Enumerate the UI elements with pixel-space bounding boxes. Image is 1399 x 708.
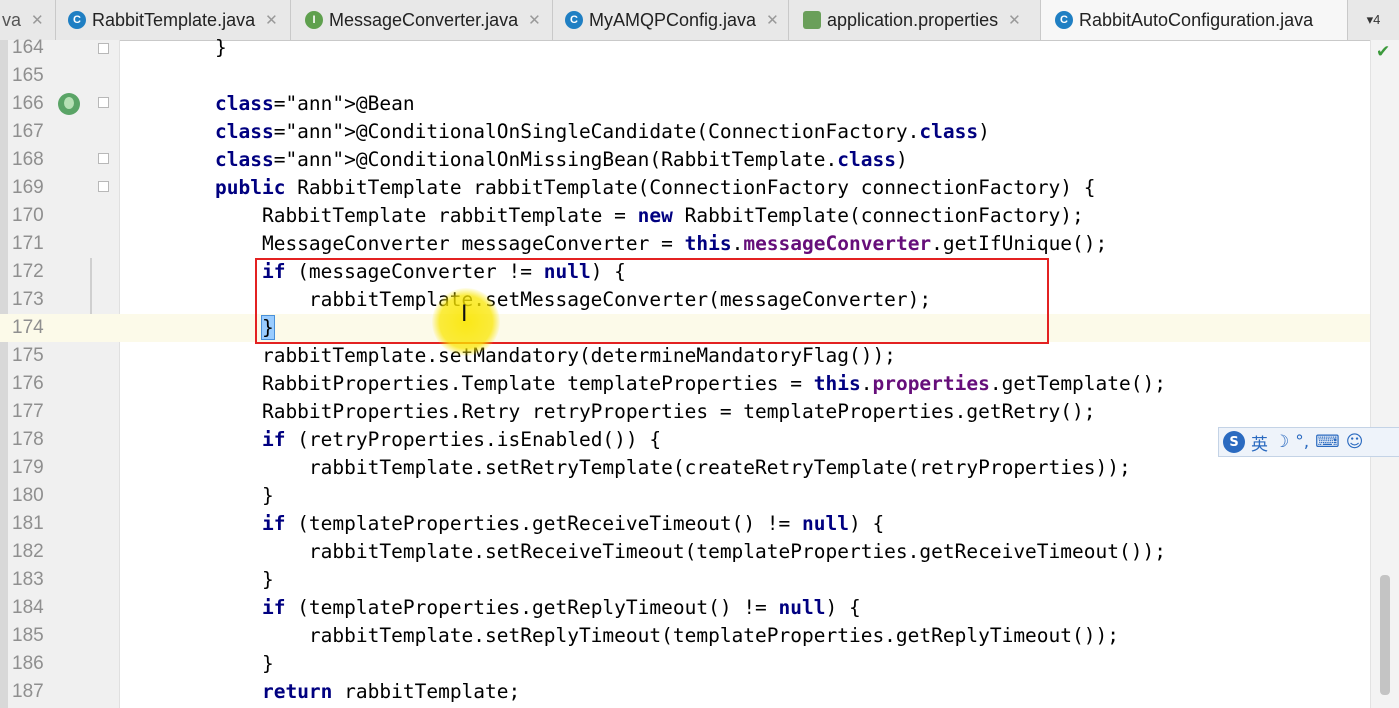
code-line[interactable]: 186 } [0, 650, 1370, 678]
line-number: 182 [12, 541, 44, 562]
code-text[interactable]: rabbitTemplate.setReplyTimeout(templateP… [215, 622, 1119, 650]
code-text[interactable]: if (templateProperties.getReplyTimeout()… [215, 594, 861, 622]
code-text[interactable]: RabbitTemplate rabbitTemplate = new Rabb… [215, 202, 1084, 230]
line-number: 176 [12, 373, 44, 394]
line-number: 183 [12, 569, 44, 590]
code-line[interactable]: 167 class="ann">@ConditionalOnSingleCandi… [0, 118, 1370, 146]
line-number: 180 [12, 485, 44, 506]
code-line[interactable]: 170 RabbitTemplate rabbitTemplate = new … [0, 202, 1370, 230]
code-text[interactable]: return rabbitTemplate; [215, 678, 520, 706]
scrollbar-thumb[interactable] [1380, 575, 1390, 695]
close-icon[interactable]: ✕ [31, 11, 44, 29]
class-icon: C [1055, 11, 1073, 29]
line-number: 177 [12, 401, 44, 422]
moon-icon[interactable]: ☽ [1274, 432, 1289, 452]
tab-label: application.properties [827, 9, 999, 30]
code-line[interactable]: 177 RabbitProperties.Retry retryProperti… [0, 398, 1370, 426]
code-text[interactable]: class="ann">@Bean [215, 90, 415, 118]
line-number: 179 [12, 457, 44, 478]
line-number: 171 [12, 233, 44, 254]
code-text[interactable]: rabbitTemplate.setRetryTemplate(createRe… [215, 454, 1131, 482]
ime-language-toggle[interactable]: 英 [1251, 430, 1268, 455]
code-line[interactable]: 180 } [0, 482, 1370, 510]
code-line[interactable]: 166 class="ann">@Bean [0, 90, 1370, 118]
tab-label: MyAMQPConfig.java [589, 9, 757, 30]
close-icon[interactable]: ✕ [528, 11, 541, 29]
line-number: 173 [12, 289, 44, 310]
text-cursor-icon: I [461, 302, 468, 327]
code-line[interactable]: 168 class="ann">@ConditionalOnMissingBean… [0, 146, 1370, 174]
line-number: 168 [12, 149, 44, 170]
line-number: 185 [12, 625, 44, 646]
code-line[interactable]: 185 rabbitTemplate.setReplyTimeout(templ… [0, 622, 1370, 650]
code-editor[interactable]: 164} 165 166 class="ann">@Bean 167 class="ann… [0, 36, 1399, 708]
close-icon[interactable]: ✕ [265, 11, 278, 29]
code-text[interactable]: } [215, 34, 227, 62]
code-text[interactable]: class="ann">@ConditionalOnSingleCandidat… [215, 118, 990, 146]
code-text[interactable]: if (templateProperties.getReceiveTimeout… [215, 510, 884, 538]
code-text[interactable]: RabbitProperties.Retry retryProperties =… [215, 398, 1096, 426]
close-icon[interactable]: ✕ [1008, 11, 1021, 29]
code-line[interactable]: 175 rabbitTemplate.setMandatory(determin… [0, 342, 1370, 370]
code-text[interactable]: } [215, 566, 274, 594]
tab-label: RabbitTemplate.java [92, 9, 256, 30]
code-text[interactable]: } [215, 482, 274, 510]
tab-label: RabbitAutoConfiguration.java [1079, 9, 1314, 30]
code-text[interactable]: RabbitProperties.Template templateProper… [215, 370, 1166, 398]
line-number: 170 [12, 205, 44, 226]
code-text[interactable]: MessageConverter messageConverter = this… [215, 230, 1107, 258]
line-number: 167 [12, 121, 44, 142]
line-number: 175 [12, 345, 44, 366]
line-number: 169 [12, 177, 44, 198]
inspection-ok-icon: ✔ [1376, 42, 1391, 62]
code-line[interactable]: 183 } [0, 566, 1370, 594]
line-number: 174 [12, 317, 44, 338]
code-line[interactable]: 164} [0, 34, 1370, 62]
line-number: 172 [12, 261, 44, 282]
class-icon: C [68, 11, 86, 29]
code-line[interactable]: 171 MessageConverter messageConverter = … [0, 230, 1370, 258]
line-number: 187 [12, 681, 44, 702]
code-text[interactable]: } [215, 650, 274, 678]
code-line[interactable]: 178 if (retryProperties.isEnabled()) { [0, 426, 1370, 454]
line-number: 164 [12, 37, 44, 58]
tab-label: MessageConverter.java [329, 9, 519, 30]
code-line[interactable]: 184 if (templateProperties.getReplyTimeo… [0, 594, 1370, 622]
code-line[interactable]: 182 rabbitTemplate.setReceiveTimeout(tem… [0, 538, 1370, 566]
code-line[interactable]: 179 rabbitTemplate.setRetryTemplate(crea… [0, 454, 1370, 482]
code-text[interactable]: rabbitTemplate.setMandatory(determineMan… [215, 342, 896, 370]
line-number: 181 [12, 513, 44, 534]
ime-toolbar: S 英 ☽ °, ⌨ ☺ [1218, 427, 1399, 457]
code-line[interactable]: 181 if (templateProperties.getReceiveTim… [0, 510, 1370, 538]
code-line[interactable]: 176 RabbitProperties.Template templatePr… [0, 370, 1370, 398]
line-number: 184 [12, 597, 44, 618]
interface-icon: I [305, 11, 323, 29]
line-number: 166 [12, 93, 44, 114]
keyboard-icon[interactable]: ⌨ [1315, 432, 1340, 452]
properties-file-icon [803, 11, 821, 29]
tab-label: va [2, 9, 22, 30]
user-icon[interactable]: ☺ [1346, 432, 1364, 452]
code-line[interactable]: 169 public RabbitTemplate rabbitTemplate(… [0, 174, 1370, 202]
highlight-box [255, 258, 1049, 344]
line-number: 186 [12, 653, 44, 674]
code-text[interactable]: class="ann">@ConditionalOnMissingBean(Ra… [215, 146, 908, 174]
code-text[interactable]: rabbitTemplate.setReceiveTimeout(templat… [215, 538, 1166, 566]
close-icon[interactable]: ✕ [766, 11, 779, 29]
ime-logo-icon[interactable]: S [1223, 431, 1245, 453]
code-text[interactable]: public RabbitTemplate rabbitTemplate(Con… [215, 174, 1096, 202]
class-icon: C [565, 11, 583, 29]
punctuation-icon[interactable]: °, [1295, 432, 1309, 452]
code-text[interactable]: if (retryProperties.isEnabled()) { [215, 426, 661, 454]
code-line[interactable]: 187 return rabbitTemplate; [0, 678, 1370, 706]
line-number: 178 [12, 429, 44, 450]
code-line[interactable]: 165 [0, 62, 1370, 90]
line-number: 165 [12, 65, 44, 86]
